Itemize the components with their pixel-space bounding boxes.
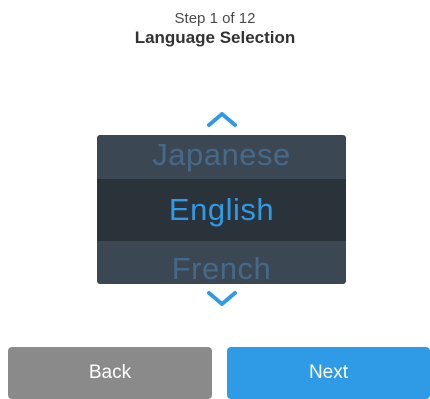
chevron-up-icon[interactable] — [205, 110, 239, 128]
picker-option-selected[interactable]: English — [97, 179, 346, 241]
back-button[interactable]: Back — [8, 347, 212, 399]
wizard-header: Step 1 of 12 Language Selection — [0, 10, 430, 48]
picker-option-next[interactable]: French — [97, 247, 346, 284]
chevron-down-icon[interactable] — [205, 290, 239, 308]
language-picker[interactable]: Japanese English French — [97, 135, 346, 284]
next-button[interactable]: Next — [227, 347, 430, 399]
step-indicator: Step 1 of 12 — [174, 10, 256, 27]
picker-option-previous[interactable]: Japanese — [97, 135, 346, 177]
page-title: Language Selection — [134, 28, 296, 47]
